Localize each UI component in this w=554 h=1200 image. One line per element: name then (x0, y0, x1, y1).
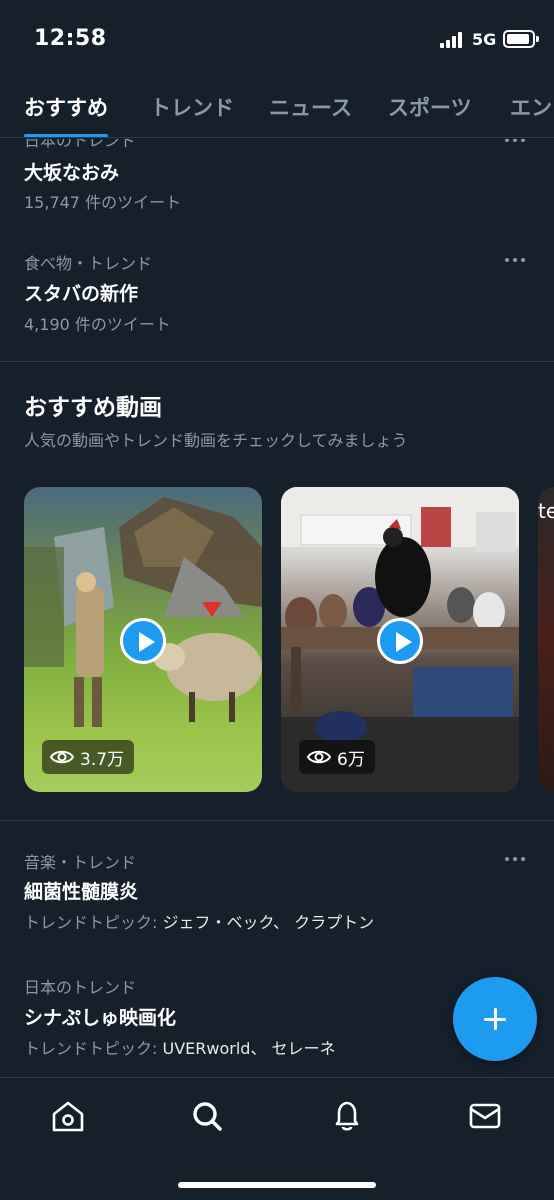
video-section-subtitle: 人気の動画やトレンド動画をチェックしてみましょう (24, 431, 408, 450)
trend-item[interactable]: 日本のトレンド 大坂なおみ 15,747 件のツイート (0, 139, 554, 239)
trend-category: 音楽・トレンド (24, 853, 137, 872)
search-icon[interactable] (185, 1094, 229, 1138)
video-card[interactable]: te (538, 487, 554, 792)
trend-item[interactable]: 音楽・トレンド 細菌性髄膜炎 トレンドトピック: ジェフ・ベック、 クラプトン (0, 821, 554, 946)
view-count-value: 6万 (337, 749, 365, 770)
home-indicator (178, 1182, 376, 1188)
trend-topics: トレンドトピック: ジェフ・ベック、 クラプトン (24, 909, 374, 933)
tab-news[interactable]: ニュース (269, 92, 352, 122)
trend-topic-names: UVERworld、 セレーネ (162, 1039, 336, 1058)
divider (0, 361, 554, 362)
status-bar: 12:58 5G (0, 0, 554, 80)
view-count: 3.7万 (42, 740, 135, 774)
trend-topic-label: トレンドトピック: (24, 1039, 158, 1058)
trend-item[interactable]: 食べ物・トレンド スタバの新作 4,190 件のツイート (0, 240, 554, 350)
view-count: 6万 (299, 740, 375, 774)
tab-entertainment[interactable]: エン (510, 92, 552, 122)
more-options-icon[interactable] (505, 256, 529, 264)
eye-icon (50, 750, 74, 764)
network-type: 5G (472, 30, 497, 49)
trend-tweet-count: 15,747 件のツイート (24, 193, 182, 212)
play-icon[interactable] (377, 618, 423, 664)
tab-recommended[interactable]: おすすめ (24, 92, 108, 122)
tab-sports[interactable]: スポーツ (388, 92, 472, 122)
trend-title: 細菌性髄膜炎 (24, 881, 139, 903)
trend-category: 食べ物・トレンド (24, 254, 153, 273)
more-options-icon[interactable] (505, 855, 529, 863)
view-count-value: 3.7万 (80, 749, 125, 770)
video-caption: te (538, 499, 554, 523)
play-icon[interactable] (120, 618, 166, 664)
messages-icon[interactable] (463, 1094, 507, 1138)
tab-trends[interactable]: トレンド (150, 92, 234, 122)
notifications-icon[interactable] (325, 1094, 369, 1138)
battery-icon (503, 30, 539, 48)
video-section-title: おすすめ動画 (24, 395, 162, 421)
trend-category: 日本のトレンド (24, 978, 137, 997)
trend-title: 大坂なおみ (24, 162, 120, 184)
video-card[interactable]: 6万 (281, 487, 519, 792)
home-icon[interactable] (46, 1094, 90, 1138)
eye-icon (307, 750, 331, 764)
video-card[interactable]: 3.7万 (24, 487, 262, 792)
trend-tweet-count: 4,190 件のツイート (24, 315, 171, 334)
trend-title: スタバの新作 (24, 283, 139, 305)
active-tab-indicator (24, 134, 108, 137)
compose-tweet-button[interactable] (453, 977, 537, 1061)
explore-tabs: おすすめ トレンド ニュース スポーツ エン (0, 80, 554, 138)
trend-topics: トレンドトピック: UVERworld、 セレーネ (24, 1035, 336, 1059)
trend-topic-names: ジェフ・ベック、 クラプトン (162, 913, 375, 932)
trend-title: シナぷしゅ映画化 (24, 1007, 177, 1029)
bottom-nav (0, 1077, 554, 1200)
signal-icon (440, 32, 466, 48)
trend-topic-label: トレンドトピック: (24, 913, 158, 932)
status-time: 12:58 (34, 26, 107, 51)
